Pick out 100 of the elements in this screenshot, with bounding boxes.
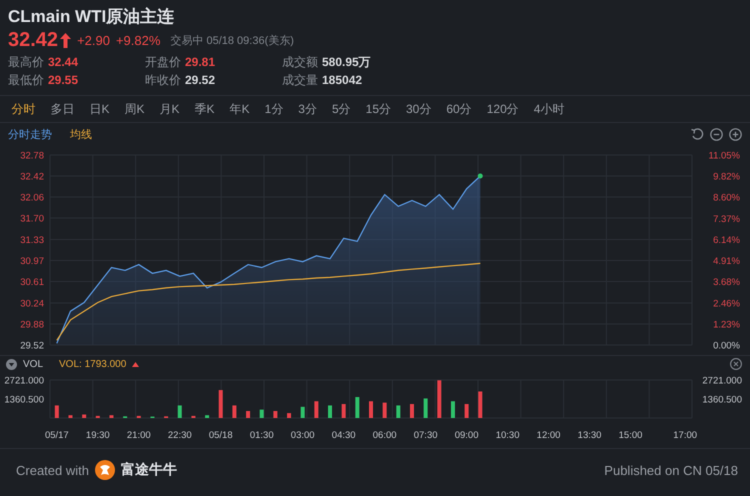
time-axis-label: 15:00: [618, 430, 642, 441]
period-tab[interactable]: 5分: [324, 100, 358, 118]
volume-axis-label: 1360.500: [702, 394, 742, 406]
volume-bar: [68, 415, 72, 418]
percent-axis-label: 2.46%: [713, 298, 740, 310]
legend-label: 均线: [70, 128, 92, 142]
volume-bar: [96, 416, 100, 418]
volume-axis-label: 2721.000: [702, 376, 742, 386]
volume-bar: [136, 416, 141, 418]
percent-axis-label: 6.14%: [713, 234, 740, 246]
period-tab[interactable]: 季K: [187, 100, 222, 118]
stat-value: 580.95万: [322, 54, 371, 71]
stat-value: 29.81: [185, 54, 216, 71]
stat-value: 185042: [322, 72, 362, 89]
volume-reading: VOL: 1793.000: [59, 358, 126, 370]
period-tab[interactable]: 4小时: [526, 100, 572, 118]
volume-bar: [109, 415, 114, 418]
collapse-icon[interactable]: [6, 358, 17, 370]
volume-bar: [54, 405, 59, 418]
legend-label: 分时走势: [8, 128, 52, 142]
price-change: +2.90: [77, 32, 110, 48]
volume-bar: [273, 411, 278, 418]
volume-axis-label: 2721.000: [4, 376, 44, 386]
period-tab[interactable]: 15分: [358, 100, 398, 118]
indicator-name: VOL: [23, 358, 44, 370]
volume-bar: [260, 410, 264, 418]
percent-axis-label: 11.05%: [708, 150, 740, 162]
published-label: Published on CN 05/18: [604, 462, 738, 478]
time-axis-label: 05/17: [44, 430, 69, 441]
volume-bar: [328, 405, 332, 418]
period-tab[interactable]: 年K: [222, 100, 258, 118]
stat-value: 32.44: [48, 54, 78, 71]
percent-axis-label: 1.23%: [713, 319, 740, 330]
close-icon[interactable]: [730, 358, 742, 370]
price-axis-label: 30.24: [20, 298, 44, 310]
zoom-in-icon[interactable]: [729, 128, 742, 140]
period-tab[interactable]: 60分: [438, 100, 480, 118]
percent-axis-label: 0.00%: [713, 340, 740, 352]
stock-title: CLmain WTI原油主连: [8, 6, 176, 28]
price-axis-label: 32.06: [20, 192, 44, 204]
volume-bar: [82, 414, 86, 418]
period-tab[interactable]: 3分: [290, 100, 324, 118]
up-arrow-icon: [60, 32, 72, 48]
period-tab[interactable]: 120分: [479, 100, 526, 118]
volume-bar: [450, 401, 455, 418]
time-axis-label: 09:00: [454, 430, 478, 441]
percent-axis-label: 4.91%: [713, 256, 740, 268]
price-axis-label: 30.97: [20, 256, 44, 267]
time-axis-label: 05/18: [208, 430, 233, 441]
percent-axis-label: 3.68%: [713, 277, 740, 288]
period-tab[interactable]: 30分: [398, 100, 439, 118]
volume-bar: [178, 405, 182, 418]
stat-label: 成交额: [282, 54, 318, 71]
stat-label: 成交量: [282, 72, 318, 89]
price-axis-label: 31.70: [20, 213, 44, 224]
percent-axis-label: 8.60%: [713, 192, 740, 204]
zoom-out-icon[interactable]: [710, 128, 723, 140]
period-tab[interactable]: 1分: [257, 100, 291, 118]
percent-change: +9.82%: [116, 32, 160, 48]
reset-icon[interactable]: [691, 128, 704, 140]
percent-axis-label: 7.37%: [713, 214, 740, 225]
created-with-label: Created with: [16, 462, 89, 478]
time-axis-label: 22:30: [168, 430, 192, 441]
trading-status: 交易中 05/18 09:36(美东): [170, 34, 294, 48]
volume-bar: [287, 413, 292, 418]
time-axis-label: 07:30: [414, 430, 438, 441]
period-tab[interactable]: 分时: [4, 100, 43, 118]
time-axis-label: 12:00: [536, 430, 560, 441]
volume-bar: [205, 415, 210, 418]
volume-axis-label: 1360.500: [4, 394, 44, 406]
price-axis-label: 32.78: [20, 150, 44, 162]
volume-bar: [437, 380, 442, 418]
volume-bar: [478, 391, 482, 418]
volume-bar: [246, 411, 250, 418]
volume-bar: [382, 402, 387, 418]
volume-bar: [396, 405, 400, 418]
period-tab[interactable]: 日K: [82, 100, 118, 118]
brand-logo-icon: [94, 460, 115, 480]
brand-name: 富途牛牛: [120, 461, 177, 479]
time-axis-label: 21:00: [126, 430, 151, 441]
volume-bar: [218, 390, 223, 418]
period-tab[interactable]: 多日: [43, 100, 82, 118]
time-axis-label: 04:30: [332, 430, 356, 441]
volume-bar: [191, 416, 196, 418]
stat-label: 昨收价: [145, 72, 181, 89]
volume-bar: [369, 401, 373, 418]
price-axis-label: 29.88: [20, 320, 44, 331]
volume-bar: [355, 397, 360, 418]
price-axis-label: 32.42: [20, 171, 44, 182]
period-tab[interactable]: 周K: [117, 100, 152, 118]
period-tab[interactable]: 月K: [152, 100, 188, 118]
volume-bar: [464, 404, 469, 418]
time-axis-label: 03:00: [290, 430, 315, 441]
volume-bar: [314, 401, 318, 418]
time-axis-label: 06:00: [372, 430, 397, 441]
volume-bar: [410, 404, 414, 418]
time-axis-label: 13:30: [578, 430, 602, 441]
stat-value: 29.52: [185, 72, 216, 89]
stat-label: 最高价: [8, 54, 44, 71]
up-triangle-icon: [132, 362, 140, 366]
